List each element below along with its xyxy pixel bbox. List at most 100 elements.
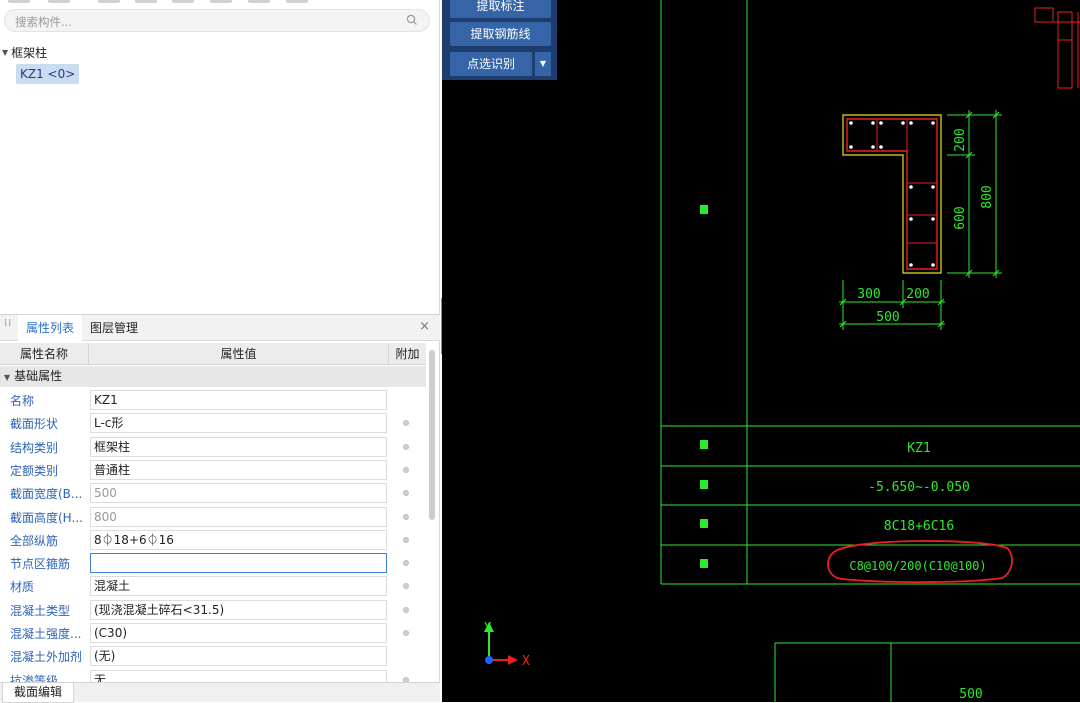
- tab-section-edit[interactable]: 截面编辑: [2, 683, 74, 703]
- column-header-value: 属性值: [89, 343, 389, 365]
- extract-rebar-lines-button[interactable]: 提取钢筋线: [450, 22, 551, 46]
- property-value-input[interactable]: 500: [90, 483, 387, 504]
- dim-500-label: 500: [876, 310, 899, 325]
- extra-radio-icon[interactable]: [403, 560, 409, 567]
- table-stirrups: C8@100/200(C10@100): [849, 559, 986, 573]
- table-longitudinal-bars: 8C18+6C16: [884, 519, 954, 534]
- property-row: 节点区箍筋: [0, 551, 426, 574]
- property-row: 混凝土类型 (现浇混凝土碎石<31.5): [0, 598, 426, 621]
- column-header-name: 属性名称: [0, 343, 89, 365]
- property-name: 混凝土外加剂: [10, 650, 83, 665]
- left-panel: 搜索构件... ▼ 框架柱 KZ1 <0> ⁞⁞ 属性列表 图层管理 × 属性名…: [0, 0, 440, 703]
- bottom-tab-bar: 截面编辑: [0, 682, 440, 703]
- extra-radio-icon[interactable]: [403, 606, 409, 613]
- toolbar-button-8[interactable]: [286, 0, 308, 3]
- property-name: 混凝土强度...: [10, 627, 82, 641]
- search-box[interactable]: 搜索构件...: [4, 9, 430, 32]
- extract-annotation-button[interactable]: 提取标注: [450, 0, 551, 18]
- dropdown-arrow-icon[interactable]: ▼: [534, 52, 551, 76]
- property-row: 名称 KZ1: [0, 388, 426, 411]
- property-name: 混凝土类型: [10, 603, 71, 618]
- property-row: 全部纵筋 8⏀18+6⏀16: [0, 528, 426, 551]
- property-value-input[interactable]: 800: [90, 506, 387, 527]
- tab-property-list[interactable]: 属性列表: [18, 315, 83, 341]
- property-value-input[interactable]: KZ1: [90, 390, 387, 410]
- toolbar-button-3[interactable]: [98, 0, 120, 3]
- point-select-recognize-button[interactable]: 点选识别: [450, 52, 532, 76]
- top-right-partial-drawing: [1034, 7, 1080, 89]
- search-input[interactable]: 搜索构件...: [15, 14, 72, 30]
- property-value-input[interactable]: (无): [90, 646, 387, 667]
- property-value-input[interactable]: (现浇混凝土碎石<31.5): [90, 599, 387, 620]
- column-section: [842, 114, 942, 274]
- extra-radio-icon[interactable]: [403, 490, 409, 497]
- property-name: 节点区箍筋: [10, 557, 71, 572]
- cad-table-label-marks: [700, 205, 708, 568]
- drag-grip-icon[interactable]: ⁞⁞: [4, 319, 11, 334]
- extra-radio-icon[interactable]: [403, 536, 409, 543]
- table-elevation: -5.650~-0.050: [868, 480, 970, 495]
- axis-x-label: X: [522, 654, 530, 669]
- toolbar-button-7[interactable]: [248, 0, 270, 3]
- extra-radio-icon[interactable]: [403, 630, 409, 636]
- dim-800-label: 800: [980, 185, 995, 208]
- extra-radio-icon[interactable]: [403, 420, 409, 427]
- bottom-dim-500: 500: [959, 687, 982, 702]
- extra-radio-icon[interactable]: [403, 583, 409, 590]
- cad-drawing: 300 200 500 200 600 800 KZ1 -5.650~-0.05…: [484, 0, 1080, 702]
- caret-down-icon[interactable]: ▼: [4, 373, 10, 382]
- toolbar-remnant: [0, 0, 440, 4]
- toolbar-button-2[interactable]: [48, 0, 70, 3]
- property-row: 截面宽度(B... 500: [0, 481, 426, 504]
- property-value-input[interactable]: 混凝土: [90, 576, 387, 597]
- scrollbar[interactable]: [429, 350, 435, 520]
- property-row: 材质 混凝土: [0, 574, 426, 597]
- group-basic-properties[interactable]: ▼ 基础属性: [0, 366, 426, 387]
- property-value-input[interactable]: 框架柱: [90, 436, 387, 457]
- toolbar-button-1[interactable]: [8, 0, 30, 3]
- toolbar-button-4[interactable]: [135, 0, 157, 3]
- property-panel: ⁞⁞ 属性列表 图层管理 × 属性名称 属性值 附加 ▼ 基础属性 名称 KZ1 截面…: [0, 314, 440, 702]
- property-name: 截面形状: [10, 417, 59, 432]
- property-value-input[interactable]: (C30): [90, 623, 387, 643]
- dim-200-bottom-label: 200: [906, 287, 929, 302]
- cad-canvas[interactable]: 300 200 500 200 600 800 KZ1 -5.650~-0.05…: [442, 0, 1080, 702]
- property-name: 结构类别: [10, 440, 59, 455]
- extra-radio-icon[interactable]: [403, 513, 409, 520]
- table-column-id: KZ1: [907, 441, 930, 456]
- close-icon[interactable]: ×: [419, 319, 430, 334]
- property-row: 混凝土外加剂 (无): [0, 644, 426, 667]
- column-header-extra: 附加: [395, 347, 420, 361]
- tree-node-kz1[interactable]: KZ1 <0>: [16, 64, 80, 84]
- group-label: 基础属性: [14, 369, 63, 383]
- property-value-input[interactable]: L-c形: [90, 413, 387, 434]
- tab-layer-management[interactable]: 图层管理: [82, 315, 146, 341]
- property-name: 全部纵筋: [10, 533, 59, 548]
- dim-200-right-label: 200: [953, 128, 968, 151]
- toolbar-button-6[interactable]: [210, 0, 232, 3]
- tree-node-label: 框架柱: [11, 45, 48, 60]
- property-row: 截面高度(H... 800: [0, 505, 426, 528]
- toolbar-button-5[interactable]: [172, 0, 194, 3]
- axis-y-label: Y: [484, 620, 492, 634]
- property-name: 截面高度(H...: [10, 510, 83, 525]
- caret-down-icon[interactable]: ▼: [2, 48, 8, 57]
- dim-600-label: 600: [953, 206, 968, 229]
- tree-node-frame-column[interactable]: ▼ 框架柱: [2, 44, 47, 60]
- property-value-input[interactable]: 普通柱: [90, 459, 387, 480]
- property-row: 结构类别 框架柱: [0, 435, 426, 458]
- extra-radio-icon[interactable]: [403, 466, 409, 473]
- property-value-input[interactable]: [90, 553, 387, 574]
- property-value-input[interactable]: 8⏀18+6⏀16: [90, 529, 387, 550]
- property-name: 定额类别: [10, 463, 59, 478]
- property-name: 名称: [10, 394, 35, 408]
- extra-radio-icon[interactable]: [403, 443, 409, 450]
- search-icon[interactable]: [405, 13, 419, 27]
- cad-frame-lines: [660, 0, 1080, 702]
- dim-300-label: 300: [857, 287, 880, 302]
- property-name: 材质: [10, 580, 35, 595]
- property-row: 定额类别 普通柱: [0, 458, 426, 481]
- recognition-tool-panel: 提取标注 提取钢筋线 点选识别 ▼: [442, 0, 557, 80]
- property-row: 截面形状 L-c形: [0, 411, 426, 434]
- panel-tabs: ⁞⁞ 属性列表 图层管理 ×: [0, 315, 440, 341]
